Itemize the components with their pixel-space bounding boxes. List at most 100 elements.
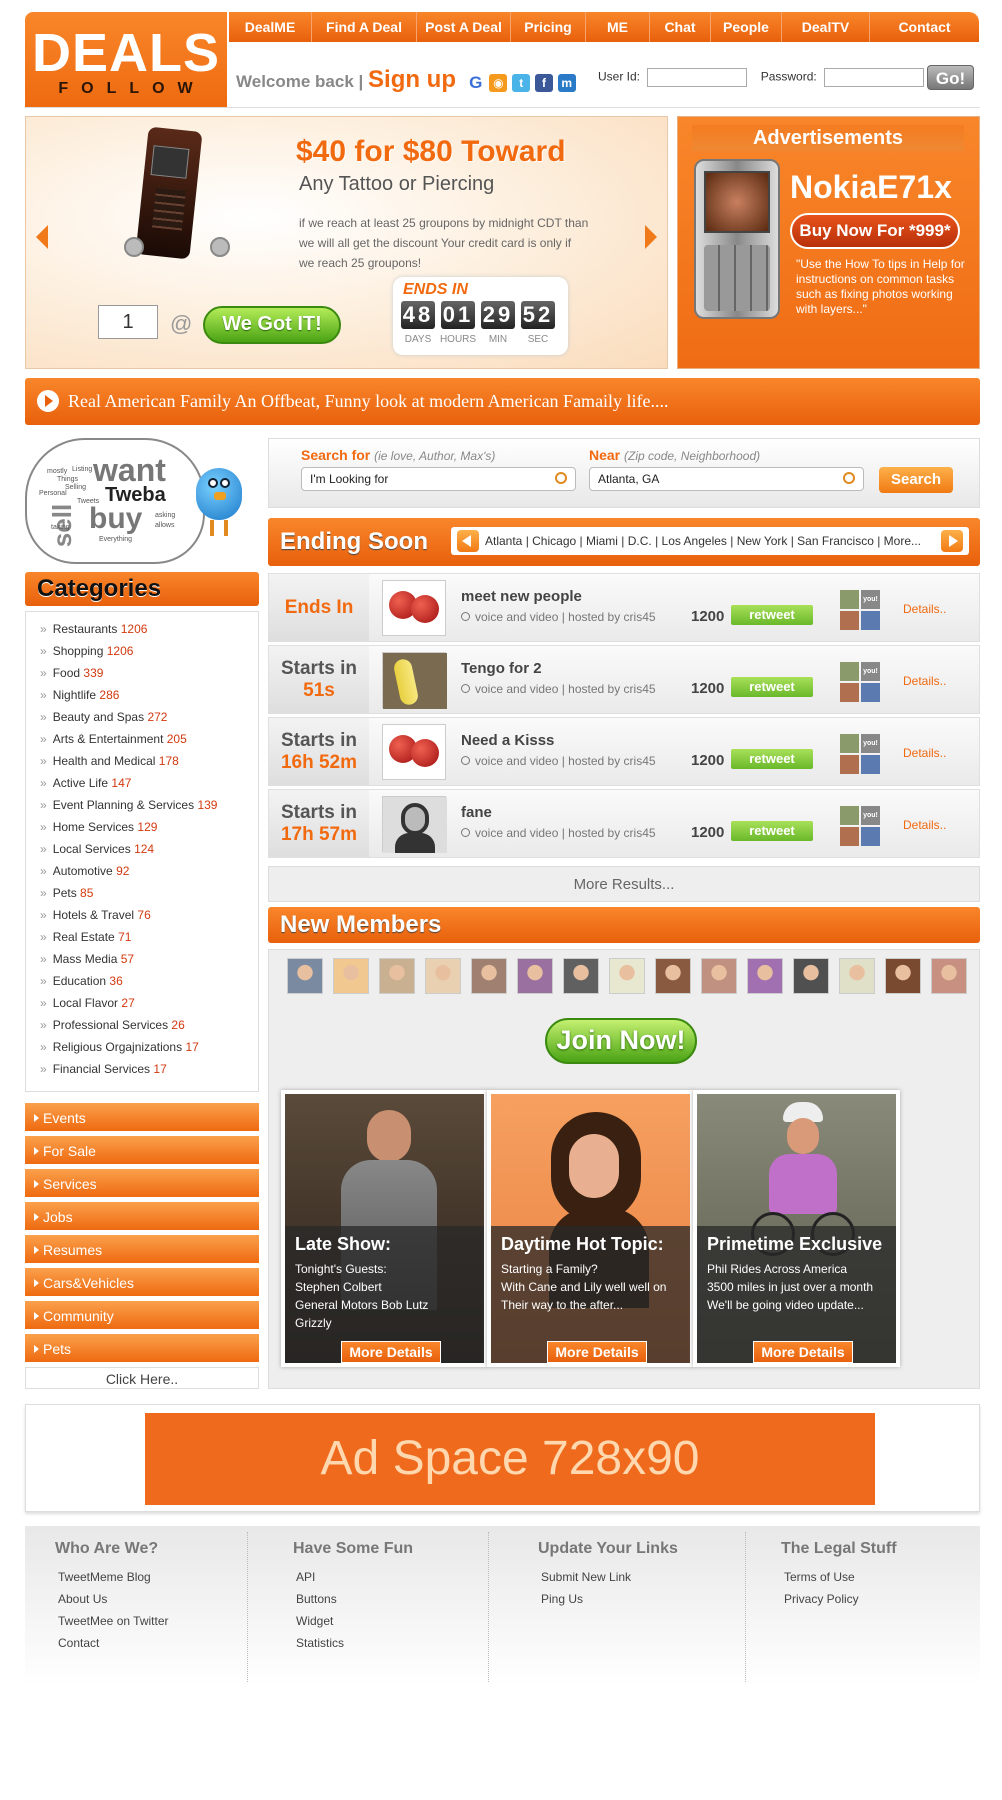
participant-avatars[interactable]: you! [840,590,880,630]
member-avatar[interactable] [793,958,829,994]
nav-find-a-deal[interactable]: Find A Deal [312,12,417,42]
twitter-icon[interactable]: t [512,73,531,92]
member-avatar[interactable] [701,958,737,994]
details-link[interactable]: Details.. [903,746,946,760]
footer-link[interactable]: TweetMeme Blog [55,1566,169,1588]
more-details-button[interactable]: More Details [341,1341,441,1363]
retweet-button[interactable]: retweet [731,749,813,769]
daytime-topic-card[interactable]: Daytime Hot Topic: Starting a Family? Wi… [487,1090,694,1367]
deal-thumbnail[interactable] [382,796,447,853]
deal-row[interactable]: Ends In meet new people voice and video | … [268,573,980,642]
nav-me[interactable]: ME [586,12,650,42]
details-link[interactable]: Details.. [903,818,946,832]
category-item[interactable]: Restaurants 1206 [40,622,148,636]
nav-dealme[interactable]: DealME [229,12,312,42]
category-item[interactable]: Financial Services 17 [40,1062,167,1076]
category-item[interactable]: Nightlife 286 [40,688,120,702]
deal-thumbnail[interactable] [382,724,446,780]
google-icon[interactable]: G [466,73,485,92]
nav-people[interactable]: People [711,12,782,42]
deal-thumbnail[interactable] [382,580,446,636]
play-icon[interactable] [37,390,59,412]
deal-name[interactable]: Need a Kisss [461,732,554,749]
footer-link[interactable]: Ping Us [538,1588,678,1610]
member-avatar[interactable] [517,958,553,994]
footer-link[interactable]: Privacy Policy [781,1588,897,1610]
search-icon[interactable] [555,472,567,484]
footer-link[interactable]: Statistics [293,1632,413,1654]
category-item[interactable]: Local Services 124 [40,842,154,856]
category-item[interactable]: Automotive 92 [40,864,130,878]
participant-avatars[interactable]: you! [840,806,880,846]
side-menu-cars-vehicles[interactable]: Cars&Vehicles [25,1268,259,1298]
announcement-bar[interactable]: Real American Family An Offbeat, Funny l… [25,378,980,425]
ad-space-banner[interactable]: Ad Space 728x90 [145,1413,875,1505]
more-results-link[interactable]: More Results... [268,866,980,902]
city-prev-icon[interactable] [457,530,479,552]
category-item[interactable]: Hotels & Travel 76 [40,908,151,922]
category-item[interactable]: Event Planning & Services 139 [40,798,218,812]
deal-row[interactable]: Starts in 17h 57m fane voice and video | ho… [268,789,980,858]
category-item[interactable]: Local Flavor 27 [40,996,135,1010]
retweet-button[interactable]: retweet [731,677,813,697]
category-item[interactable]: Religious Orgajnizations 17 [40,1040,199,1054]
deal-row[interactable]: Starts in 51s Tengo for 2 voice and video |… [268,645,980,714]
category-item[interactable]: Mass Media 57 [40,952,134,966]
category-item[interactable]: Active Life 147 [40,776,132,790]
member-avatar[interactable] [839,958,875,994]
member-avatar[interactable] [471,958,507,994]
side-menu-community[interactable]: Community [25,1301,259,1331]
category-item[interactable]: Beauty and Spas 272 [40,710,168,724]
prev-arrow-icon[interactable] [36,225,48,249]
retweet-button[interactable]: retweet [731,821,813,841]
city-list[interactable]: Atlanta | Chicago | Miami | D.C. | Los A… [485,534,921,548]
member-avatar[interactable] [885,958,921,994]
category-item[interactable]: Food 339 [40,666,104,680]
search-button[interactable]: Search [879,467,953,493]
category-item[interactable]: Arts & Entertainment 205 [40,732,187,746]
details-link[interactable]: Details.. [903,674,946,688]
more-details-button[interactable]: More Details [547,1341,647,1363]
details-link[interactable]: Details.. [903,602,946,616]
search-for-input[interactable]: I'm Looking for [301,467,576,491]
nav-post-a-deal[interactable]: Post A Deal [417,12,511,42]
near-input[interactable]: Atlanta, GA [589,467,864,491]
member-avatar[interactable] [609,958,645,994]
nav-contact[interactable]: Contact [870,12,979,42]
member-avatar[interactable] [563,958,599,994]
buy-now-button[interactable]: Buy Now For *999* [790,213,960,249]
late-show-card[interactable]: Late Show: Tonight's Guests: Stephen Col… [281,1090,488,1367]
primetime-card[interactable]: Primetime Exclusive Phil Rides Across Am… [693,1090,900,1367]
category-item[interactable]: Home Services 129 [40,820,158,834]
click-here-link[interactable]: Click Here.. [25,1367,259,1389]
category-item[interactable]: Health and Medical 178 [40,754,179,768]
login-go-button[interactable]: Go! [927,65,974,90]
footer-link[interactable]: Submit New Link [538,1566,678,1588]
category-item[interactable]: Real Estate 71 [40,930,132,944]
member-avatar[interactable] [425,958,461,994]
deal-thumbnail[interactable] [382,652,447,709]
footer-link[interactable]: Widget [293,1610,413,1632]
participant-avatars[interactable]: you! [840,662,880,702]
participant-avatars[interactable]: you! [840,734,880,774]
deal-name[interactable]: Tengo for 2 [461,660,542,677]
signup-link[interactable]: Sign up [368,66,456,93]
category-item[interactable]: Education 36 [40,974,123,988]
member-avatar[interactable] [379,958,415,994]
member-avatar[interactable] [931,958,967,994]
category-item[interactable]: Pets 85 [40,886,94,900]
deal-name[interactable]: fane [461,804,492,821]
category-item[interactable]: Shopping 1206 [40,644,134,658]
member-avatar[interactable] [747,958,783,994]
member-avatar[interactable] [655,958,691,994]
myspace-icon[interactable]: m [557,73,576,92]
more-details-button[interactable]: More Details [753,1341,853,1363]
member-avatar[interactable] [333,958,369,994]
join-now-button[interactable]: Join Now! [545,1018,697,1064]
city-next-icon[interactable] [941,530,963,552]
footer-link[interactable]: Buttons [293,1588,413,1610]
facebook-icon[interactable]: f [534,73,553,92]
quantity-input[interactable]: 1 [98,305,158,339]
side-menu-services[interactable]: Services [25,1169,259,1199]
nav-pricing[interactable]: Pricing [511,12,586,42]
